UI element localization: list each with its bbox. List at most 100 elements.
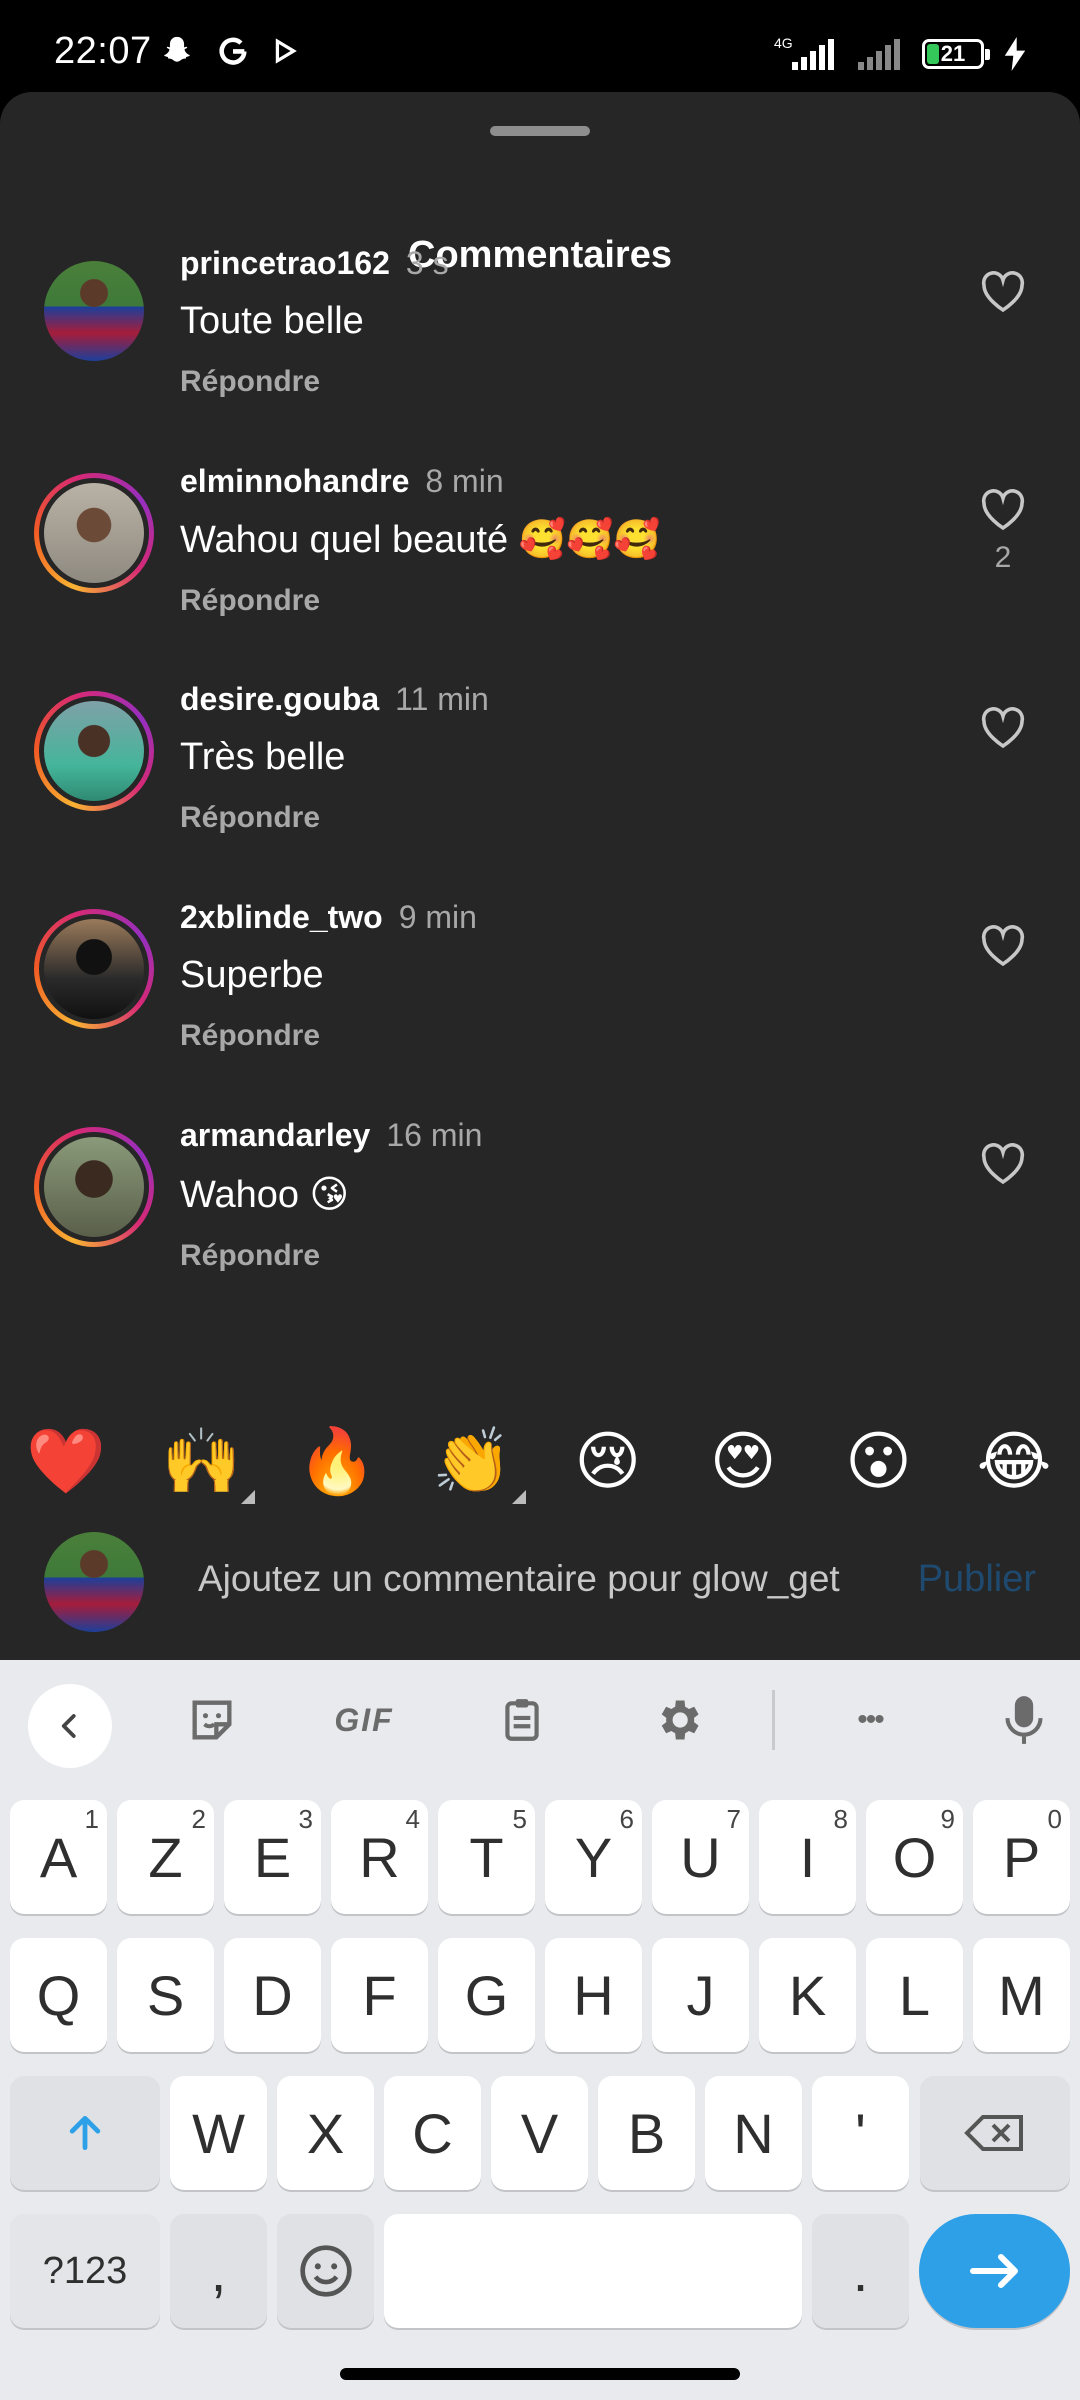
comment-username[interactable]: 2xblinde_two — [180, 899, 383, 935]
key-r[interactable]: R4 — [331, 1800, 428, 1914]
gif-button[interactable]: GIF — [324, 1688, 404, 1752]
reply-button[interactable]: Répondre — [180, 801, 930, 835]
shift-key[interactable] — [10, 2076, 160, 2190]
mic-button[interactable] — [996, 1688, 1052, 1752]
keyboard-toolbar: GIF ••• — [0, 1660, 1080, 1780]
key-f[interactable]: F — [331, 1938, 428, 2052]
comment-username[interactable]: elminnohandre — [180, 463, 409, 499]
key-h[interactable]: H — [545, 1938, 642, 2052]
reply-button[interactable]: Répondre — [180, 365, 930, 399]
comment-text: Très belle — [180, 736, 346, 778]
clipboard-icon — [505, 1699, 539, 1741]
quick-emoji-button[interactable]: 👏 — [432, 1430, 527, 1504]
key-e[interactable]: E3 — [224, 1800, 321, 1914]
key-q[interactable]: Q — [10, 1938, 107, 2052]
settings-button[interactable] — [648, 1688, 708, 1752]
comment-username[interactable]: armandarley — [180, 1117, 370, 1153]
like-comment-button[interactable] — [976, 923, 1030, 977]
gear-icon — [661, 1700, 699, 1740]
backspace-key[interactable] — [920, 2076, 1070, 2190]
clipboard-button[interactable] — [494, 1688, 550, 1752]
key-t[interactable]: T5 — [438, 1800, 535, 1914]
key-n[interactable]: N — [705, 2076, 802, 2190]
publish-button[interactable]: Publier — [918, 1558, 1036, 1601]
reply-button[interactable]: Répondre — [180, 1239, 930, 1273]
key-w[interactable]: W — [170, 2076, 267, 2190]
comment-body: desire.gouba 11 min Très belle Répondre — [180, 669, 930, 835]
comment-avatar[interactable] — [34, 691, 154, 811]
status-app-icons — [160, 34, 298, 68]
key-u[interactable]: U7 — [652, 1800, 749, 1914]
network-label: 4G — [774, 35, 793, 51]
period-key[interactable]: . — [812, 2214, 909, 2328]
key-apostrophe[interactable]: ' — [812, 2076, 909, 2190]
like-count: 2 — [994, 541, 1012, 574]
skin-tone-indicator — [241, 1490, 256, 1504]
space-key[interactable] — [384, 2214, 802, 2328]
emoji-key[interactable] — [277, 2214, 374, 2328]
comment-item: armandarley 16 min Wahoo 😘 Répondre — [0, 1105, 1080, 1295]
quick-emoji-button[interactable]: 😢 — [568, 1430, 648, 1494]
key-j[interactable]: J — [652, 1938, 749, 2052]
like-comment-button[interactable] — [976, 269, 1030, 323]
key-g[interactable]: G — [438, 1938, 535, 2052]
reply-button[interactable]: Répondre — [180, 1019, 930, 1053]
more-button[interactable]: ••• — [840, 1688, 900, 1752]
key-c[interactable]: C — [384, 2076, 481, 2190]
comment-avatar[interactable] — [34, 1127, 154, 1247]
heart-icon — [981, 707, 1025, 749]
key-z[interactable]: Z2 — [117, 1800, 214, 1914]
key-y[interactable]: Y6 — [545, 1800, 642, 1914]
comment-time: 9 min — [398, 899, 477, 935]
key-x[interactable]: X — [277, 2076, 374, 2190]
heart-icon — [981, 925, 1025, 967]
comment-time: 3 s — [405, 245, 449, 281]
key-v[interactable]: V — [491, 2076, 588, 2190]
key-k[interactable]: K — [759, 1938, 856, 2052]
key-i[interactable]: I8 — [759, 1800, 856, 1914]
comment-body: 2xblinde_two 9 min Superbe Répondre — [180, 887, 930, 1053]
comment-username[interactable]: princetrao162 — [180, 245, 390, 281]
smiley-icon — [299, 2245, 352, 2297]
comment-avatar[interactable] — [34, 909, 154, 1029]
heart-icon — [981, 271, 1025, 313]
reply-button[interactable]: Répondre — [180, 584, 930, 618]
chevron-left-icon — [61, 1714, 76, 1738]
key-l[interactable]: L — [866, 1938, 963, 2052]
like-comment-button[interactable] — [976, 1141, 1030, 1195]
signal-icon — [854, 34, 908, 74]
comment-username[interactable]: desire.gouba — [180, 681, 379, 717]
sheet-drag-handle[interactable] — [490, 126, 590, 136]
shift-arrow-icon — [69, 2115, 101, 2151]
quick-emoji-button[interactable]: 😮 — [839, 1430, 919, 1494]
key-d[interactable]: D — [224, 1938, 321, 2052]
quick-emoji-button[interactable]: ❤️ — [26, 1430, 106, 1494]
enter-key[interactable] — [919, 2214, 1070, 2328]
quick-emoji-button[interactable]: 😍 — [703, 1430, 783, 1494]
soft-keyboard: GIF ••• A1Z2E3R4T5Y6U7I8O9P0 QSDFGHJKLM WX… — [0, 1660, 1080, 2400]
comment-input[interactable] — [198, 1544, 878, 1614]
gesture-nav-bar[interactable] — [340, 2368, 740, 2380]
play-icon — [272, 38, 298, 64]
key-p[interactable]: P0 — [973, 1800, 1070, 1914]
comment-text: Superbe — [180, 954, 324, 996]
comment-item: elminnohandre 8 min Wahou quel beauté 🥰🥰🥰 R… — [0, 451, 1080, 641]
key-b[interactable]: B — [598, 2076, 695, 2190]
quick-emoji-button[interactable]: 🔥 — [297, 1430, 377, 1494]
like-comment-button[interactable] — [976, 705, 1030, 759]
key-a[interactable]: A1 — [10, 1800, 107, 1914]
quick-emoji-button[interactable]: 😂 — [974, 1430, 1054, 1494]
key-s[interactable]: S — [117, 1938, 214, 2052]
comment-avatar[interactable] — [44, 261, 144, 361]
comment-item: 2xblinde_two 9 min Superbe Répondre — [0, 887, 1080, 1077]
key-o[interactable]: O9 — [866, 1800, 963, 1914]
more-icon: ••• — [857, 1703, 884, 1736]
sticker-button[interactable] — [180, 1688, 244, 1752]
keyboard-back-button[interactable] — [28, 1684, 112, 1768]
like-comment-button[interactable]: 2 — [976, 487, 1030, 575]
quick-emoji-button[interactable]: 🙌 — [161, 1430, 256, 1504]
comma-key[interactable]: , — [170, 2214, 267, 2328]
key-m[interactable]: M — [973, 1938, 1070, 2052]
symbols-key[interactable]: ?123 — [10, 2214, 160, 2328]
comment-avatar[interactable] — [34, 473, 154, 593]
